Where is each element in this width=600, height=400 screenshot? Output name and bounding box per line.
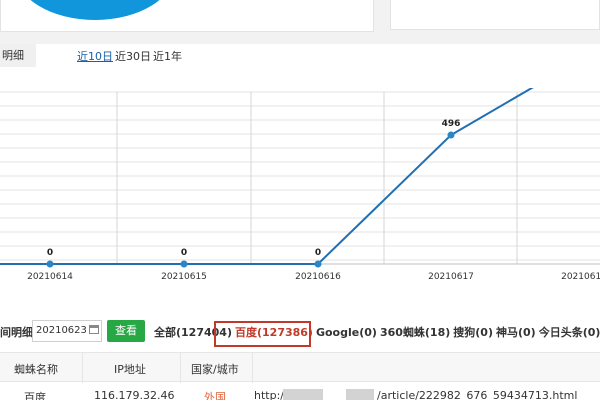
data-label: 0	[47, 248, 53, 258]
stat-sogou[interactable]: 搜狗(0)	[453, 326, 493, 339]
baidu-highlight-box	[214, 321, 311, 347]
data-point[interactable]	[180, 260, 188, 268]
header-location: 国家/城市	[191, 363, 239, 376]
view-button[interactable]: 查看	[107, 320, 145, 342]
calendar-icon[interactable]	[89, 325, 99, 334]
summary-circle	[15, 0, 175, 20]
x-tick-label: 20210616	[295, 272, 341, 282]
x-tick-label: 20210618	[561, 272, 600, 282]
filter-label: 间明细	[0, 326, 33, 339]
column-divider	[180, 353, 181, 383]
stat-toutiao[interactable]: 今日头条(0)	[539, 326, 600, 339]
row-location[interactable]: 外国	[204, 389, 226, 400]
header-ip: IP地址	[114, 363, 146, 376]
stat-shenma[interactable]: 神马(0)	[496, 326, 536, 339]
section-tab[interactable]: 明细	[0, 44, 36, 67]
redacted-segment	[346, 389, 374, 400]
data-label: 496	[442, 119, 461, 129]
range-10-days[interactable]: 近10日	[77, 48, 113, 64]
x-tick-label: 20210617	[428, 272, 474, 282]
spider-visits-chart: 0202106140202106150202106164962021061779…	[0, 88, 600, 282]
row-spider: 百度	[24, 391, 46, 400]
data-point[interactable]	[447, 131, 455, 139]
stat-360[interactable]: 360蜘蛛(18)	[380, 326, 450, 339]
x-tick-label: 20210614	[27, 272, 73, 282]
column-divider	[252, 353, 253, 383]
stat-google[interactable]: Google(0)	[316, 326, 377, 339]
data-point[interactable]	[46, 260, 54, 268]
summary-card-left	[0, 0, 374, 32]
redacted-segment	[283, 389, 323, 400]
range-30-days[interactable]: 近30日	[115, 48, 151, 64]
data-point[interactable]	[314, 260, 322, 268]
summary-card-right	[390, 0, 600, 30]
row-ip: 116.179.32.46	[94, 389, 175, 400]
data-label: 0	[315, 248, 321, 258]
x-tick-label: 20210615	[161, 272, 207, 282]
range-1-year[interactable]: 近1年	[153, 48, 182, 64]
data-label: 0	[181, 248, 187, 258]
table-row: 百度 116.179.32.46 外国 http:// /article/222…	[0, 382, 600, 400]
header-spider-name: 蜘蛛名称	[14, 363, 58, 376]
column-divider	[82, 353, 83, 383]
range-tabs: 明细 近10日 近30日 近1年	[0, 44, 600, 68]
row-url-suffix[interactable]: /article/222982_676_59434713.html	[377, 389, 577, 400]
table-header: 蜘蛛名称 IP地址 国家/城市	[0, 352, 600, 383]
